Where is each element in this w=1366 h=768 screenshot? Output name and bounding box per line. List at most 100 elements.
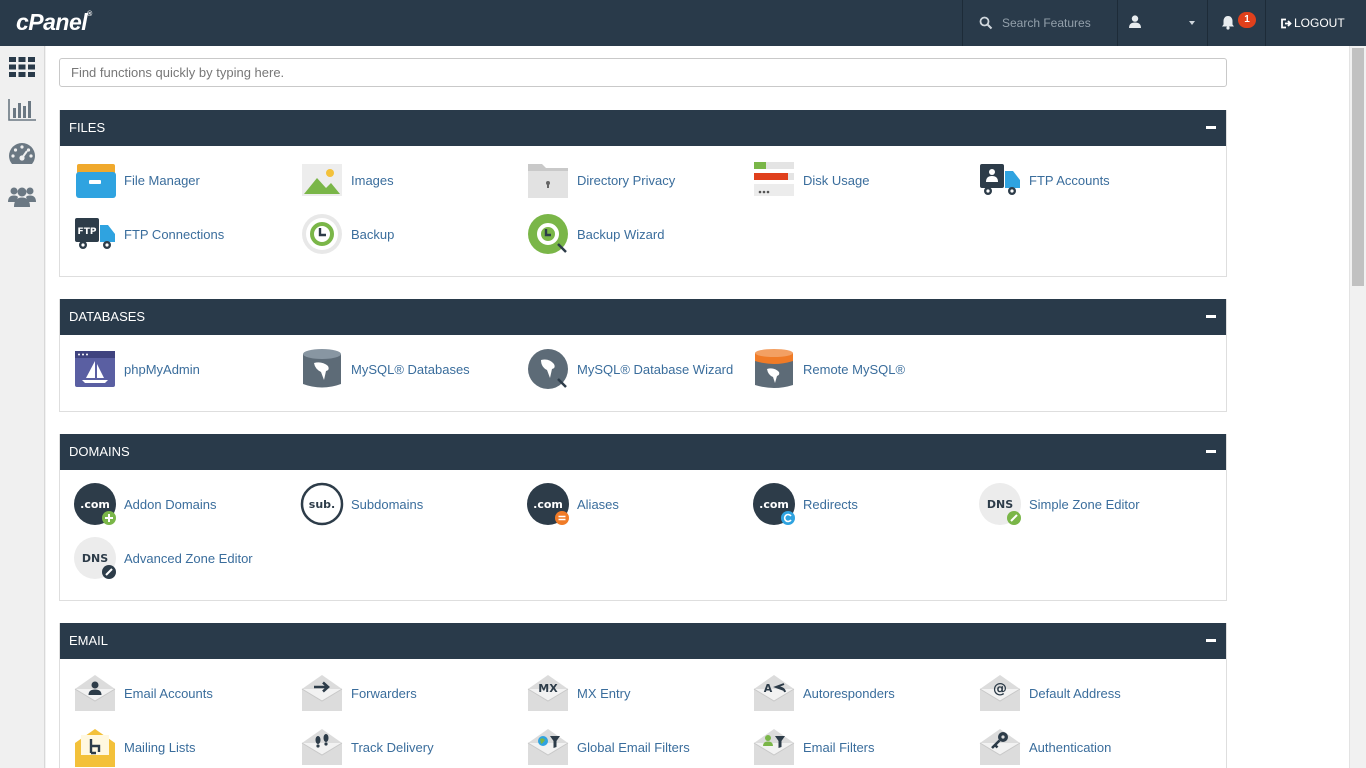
item-backup[interactable]: Backup	[300, 212, 394, 256]
item-ftp-accounts[interactable]: FTP Accounts	[978, 158, 1110, 202]
item-label: Default Address	[1029, 686, 1121, 701]
panel-title: EMAIL	[69, 633, 108, 648]
item-ftp-connections[interactable]: FTP FTP Connections	[73, 212, 224, 256]
item-phpmyadmin[interactable]: phpMyAdmin	[73, 347, 200, 391]
feature-search-input[interactable]	[1002, 16, 1112, 30]
item-track-delivery[interactable]: Track Delivery	[300, 725, 434, 768]
advanced-zone-editor-icon: DNS	[73, 536, 117, 580]
disk-usage-icon	[752, 158, 796, 202]
svg-text:@: @	[993, 681, 1007, 697]
forwarders-icon	[300, 671, 344, 715]
svg-text:FTP: FTP	[78, 227, 97, 237]
item-global-email-filters[interactable]: Global Email Filters	[526, 725, 690, 768]
item-label: MySQL® Database Wizard	[577, 362, 733, 377]
top-bar: cPanel® 1 LOGOUT	[0, 0, 1366, 46]
backup-icon	[300, 212, 344, 256]
item-label: Backup Wizard	[577, 227, 664, 242]
directory-privacy-icon	[526, 158, 570, 202]
file-manager-icon	[73, 158, 117, 202]
item-redirects[interactable]: .com Redirects	[752, 482, 858, 526]
item-disk-usage[interactable]: Disk Usage	[752, 158, 869, 202]
quick-search-input[interactable]	[59, 58, 1227, 87]
svg-text:A: A	[764, 682, 773, 695]
item-label: FTP Connections	[124, 227, 224, 242]
panel-header-databases[interactable]: DATABASES	[60, 299, 1226, 335]
item-authentication[interactable]: Authentication	[978, 725, 1111, 768]
item-default-address[interactable]: @ Default Address	[978, 671, 1121, 715]
apps-grid-icon	[9, 57, 35, 77]
backup-wizard-icon	[526, 212, 570, 256]
item-email-accounts[interactable]: Email Accounts	[73, 671, 213, 715]
item-autoresponders[interactable]: A Autoresponders	[752, 671, 895, 715]
main-content: FILES File Manager Images Directory Priv…	[46, 46, 1349, 768]
ftp-connections-icon: FTP	[73, 212, 117, 256]
svg-text:DNS: DNS	[82, 552, 108, 565]
logout-button[interactable]: LOGOUT	[1265, 0, 1350, 46]
track-delivery-icon	[300, 725, 344, 768]
svg-text:.com: .com	[80, 498, 110, 511]
global-email-filters-icon	[526, 725, 570, 768]
minus-icon[interactable]	[1206, 450, 1216, 453]
bell-icon	[1221, 15, 1235, 30]
minus-icon[interactable]	[1206, 639, 1216, 642]
item-addon-domains[interactable]: .com Addon Domains	[73, 482, 217, 526]
item-aliases[interactable]: .com Aliases	[526, 482, 619, 526]
stats-chart-icon	[8, 99, 36, 121]
item-label: Addon Domains	[124, 497, 217, 512]
panel-databases: DATABASES phpMyAdmin MySQL® Databases My…	[59, 299, 1227, 412]
panel-header-email[interactable]: EMAIL	[60, 623, 1226, 659]
mysql-databases-icon	[300, 347, 344, 391]
panel-header-files[interactable]: FILES	[60, 110, 1226, 146]
cpanel-logo[interactable]: cPanel®	[16, 9, 92, 36]
sidebar-item-users[interactable]	[7, 183, 37, 209]
sidebar-item-stats[interactable]	[7, 97, 37, 123]
sidebar-item-apps[interactable]	[7, 54, 37, 80]
page-scrollbar[interactable]	[1349, 46, 1366, 768]
minus-icon[interactable]	[1206, 126, 1216, 129]
panel-title: DOMAINS	[69, 444, 130, 459]
item-label: Email Filters	[803, 740, 875, 755]
item-label: FTP Accounts	[1029, 173, 1110, 188]
item-advanced-zone-editor[interactable]: DNS Advanced Zone Editor	[73, 536, 253, 580]
item-subdomains[interactable]: sub. Subdomains	[300, 482, 423, 526]
default-address-icon: @	[978, 671, 1022, 715]
item-mailing-lists[interactable]: Mailing Lists	[73, 725, 196, 768]
item-label: Images	[351, 173, 394, 188]
logout-label: LOGOUT	[1294, 16, 1345, 30]
minus-icon[interactable]	[1206, 315, 1216, 318]
notification-badge: 1	[1238, 12, 1256, 28]
item-label: Disk Usage	[803, 173, 869, 188]
addon-domains-icon: .com	[73, 482, 117, 526]
item-simple-zone-editor[interactable]: DNS Simple Zone Editor	[978, 482, 1140, 526]
item-mysql-databases[interactable]: MySQL® Databases	[300, 347, 470, 391]
user-icon	[1129, 15, 1141, 28]
item-label: Redirects	[803, 497, 858, 512]
item-mx-entry[interactable]: MX MX Entry	[526, 671, 630, 715]
item-label: Mailing Lists	[124, 740, 196, 755]
item-file-manager[interactable]: File Manager	[73, 158, 200, 202]
sidebar-item-dashboard[interactable]	[7, 141, 37, 167]
panel-header-domains[interactable]: DOMAINS	[60, 434, 1226, 470]
panel-files: FILES File Manager Images Directory Priv…	[59, 110, 1227, 277]
scrollbar-thumb[interactable]	[1352, 48, 1364, 286]
item-label: phpMyAdmin	[124, 362, 200, 377]
notifications[interactable]: 1	[1207, 0, 1265, 46]
item-backup-wizard[interactable]: Backup Wizard	[526, 212, 664, 256]
mysql-wizard-icon	[526, 347, 570, 391]
users-group-icon	[8, 185, 36, 207]
item-label: Directory Privacy	[577, 173, 675, 188]
item-forwarders[interactable]: Forwarders	[300, 671, 417, 715]
panel-email: EMAIL Email Accounts Forwarders MX MX En…	[59, 623, 1227, 768]
item-label: File Manager	[124, 173, 200, 188]
aliases-icon: .com	[526, 482, 570, 526]
item-label: Track Delivery	[351, 740, 434, 755]
item-directory-privacy[interactable]: Directory Privacy	[526, 158, 675, 202]
item-remote-mysql[interactable]: Remote MySQL®	[752, 347, 905, 391]
item-mysql-wizard[interactable]: MySQL® Database Wizard	[526, 347, 733, 391]
item-images[interactable]: Images	[300, 158, 394, 202]
user-menu[interactable]	[1117, 0, 1207, 46]
email-accounts-icon	[73, 671, 117, 715]
svg-text:.com: .com	[533, 498, 563, 511]
item-label: Advanced Zone Editor	[124, 551, 253, 566]
item-email-filters[interactable]: Email Filters	[752, 725, 875, 768]
